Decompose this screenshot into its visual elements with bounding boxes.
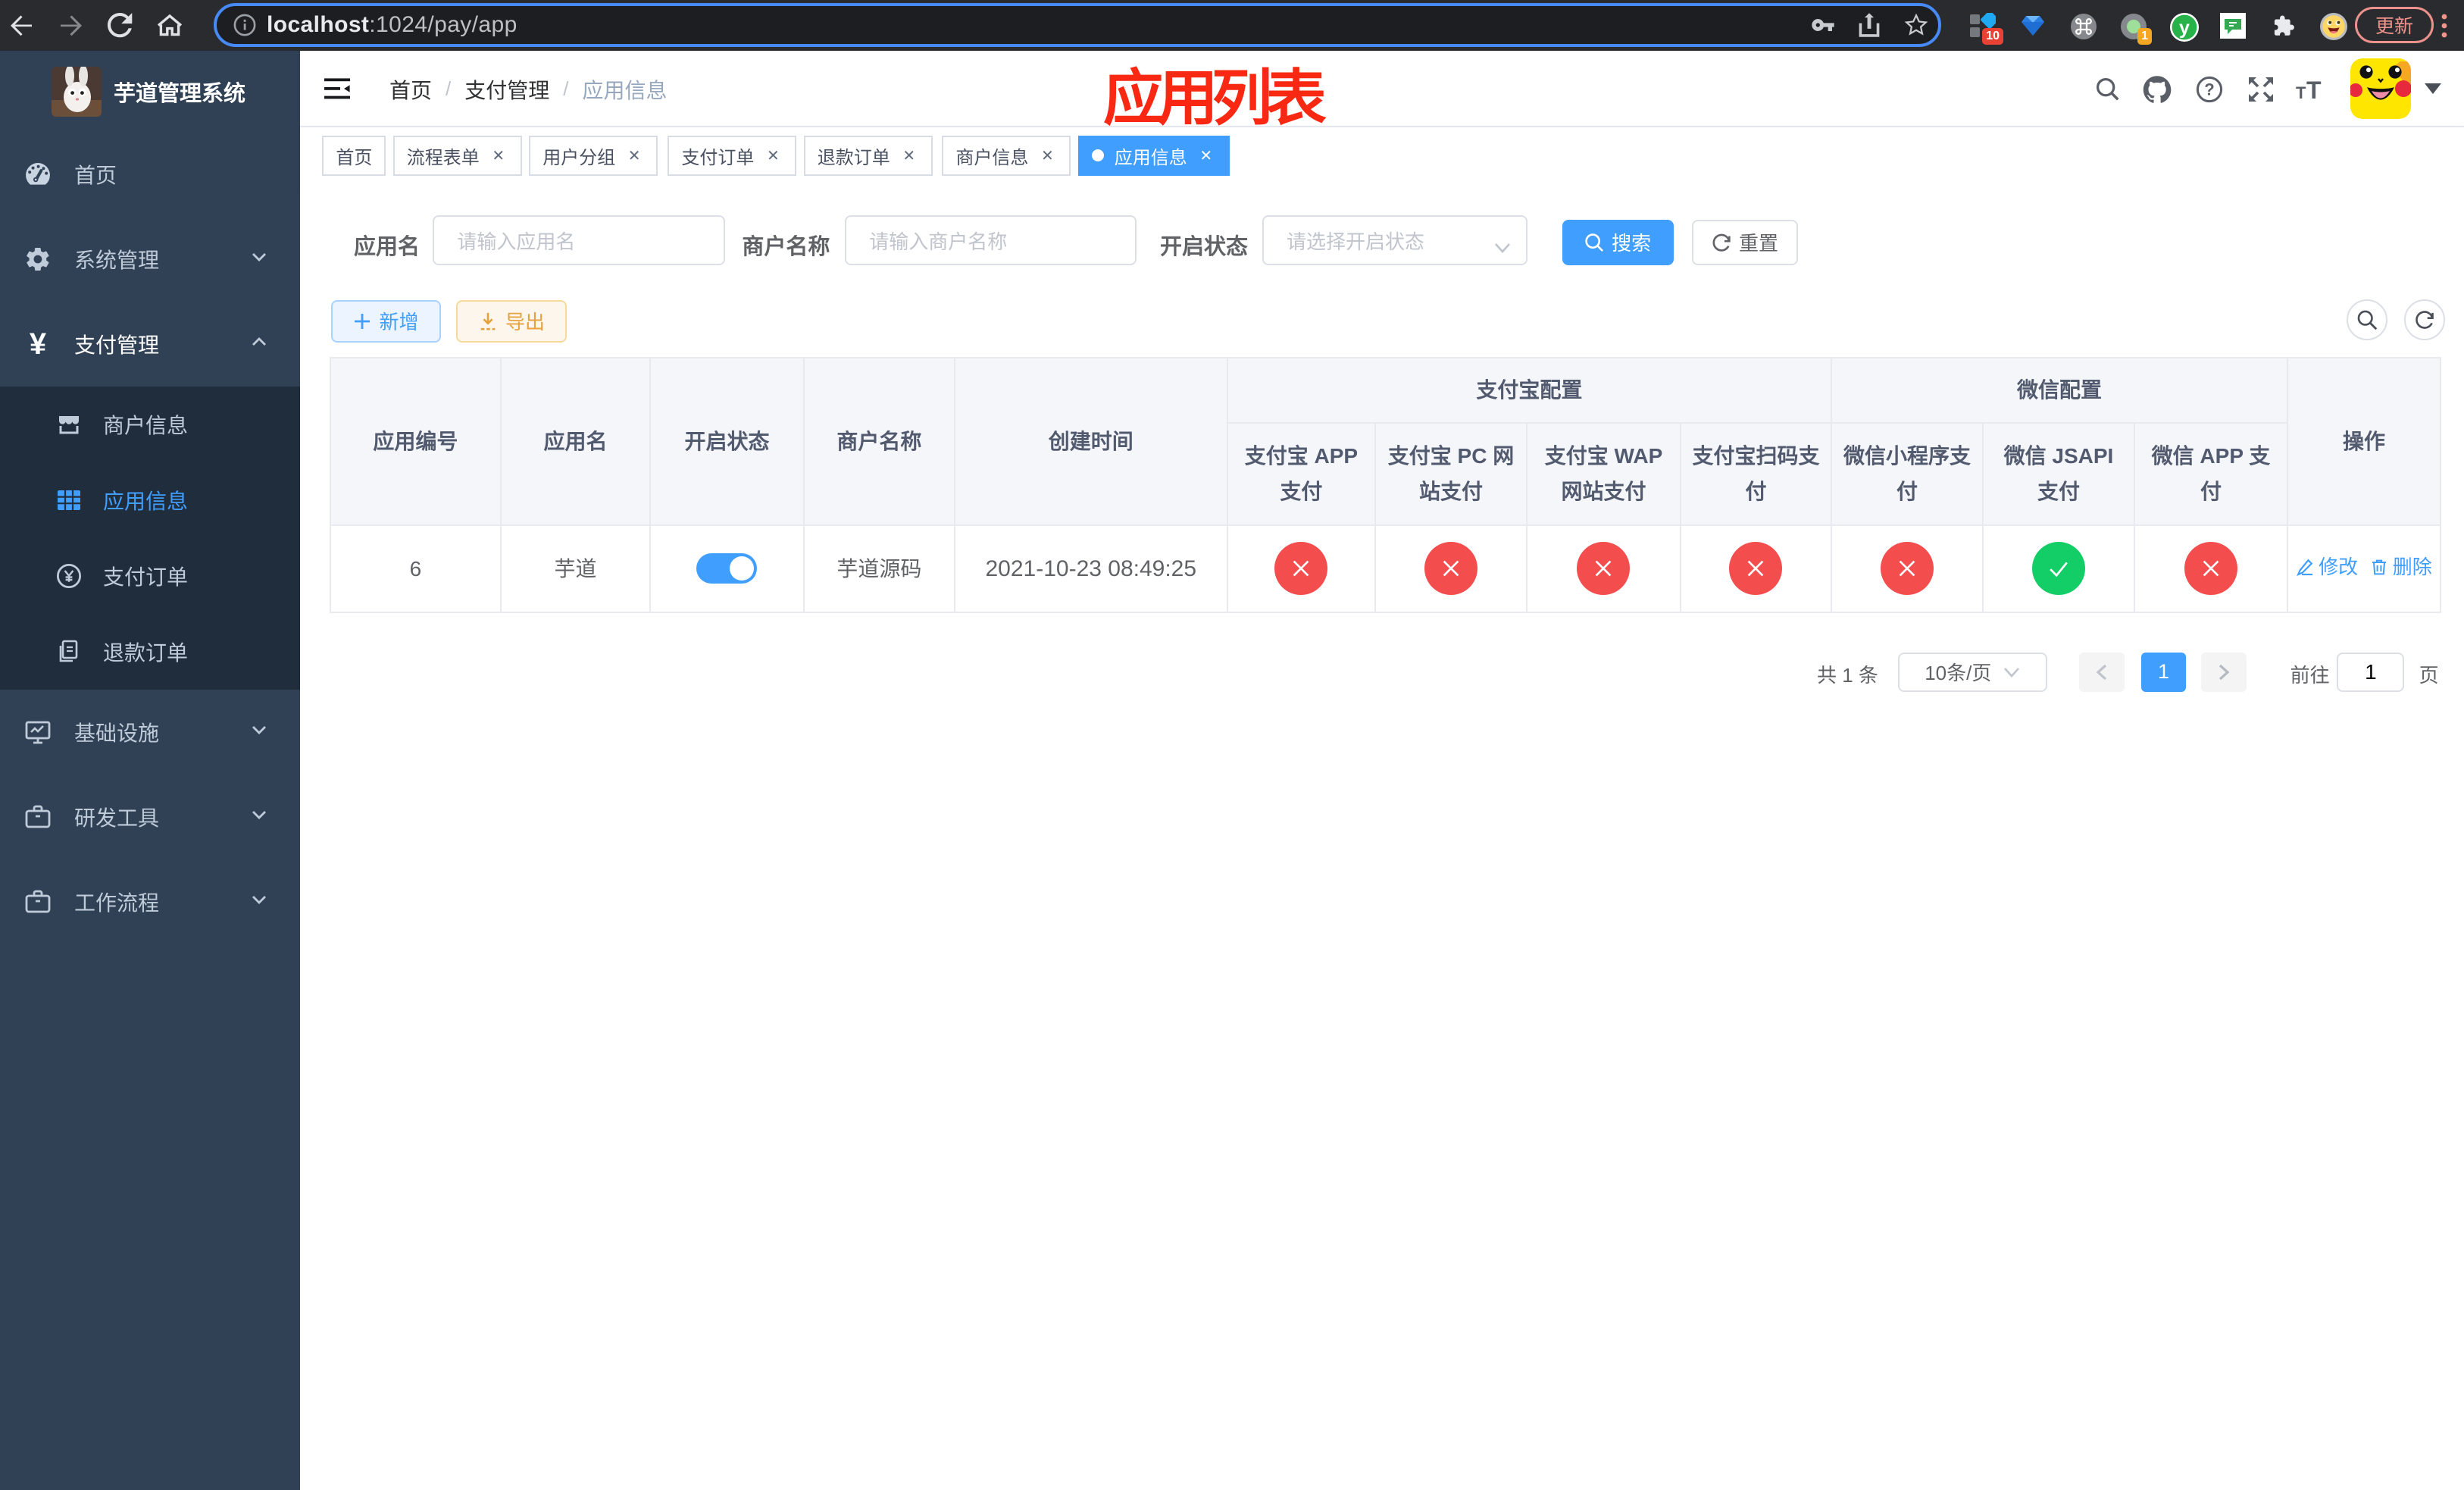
- svg-text:y: y: [2179, 17, 2190, 39]
- svg-text:T: T: [2306, 77, 2322, 102]
- svg-text:?: ?: [2204, 80, 2214, 99]
- svg-text:T: T: [2296, 83, 2306, 102]
